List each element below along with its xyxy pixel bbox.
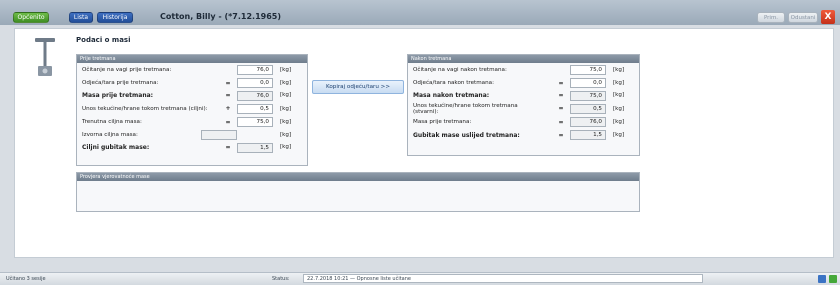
weight-plausibility-title: Provjera vjerovatnoće mase bbox=[77, 173, 639, 181]
current-target-weight-input[interactable]: 75,0 bbox=[237, 117, 273, 127]
before-row-label: Očitanje na vagi prije tretmana: bbox=[82, 67, 172, 73]
weight-loss-value: 1,5 bbox=[570, 130, 606, 140]
unit-label: [kg] bbox=[613, 67, 625, 73]
unit-label: [kg] bbox=[280, 106, 292, 112]
prim-button[interactable]: Prim. bbox=[757, 12, 785, 23]
after-row-label: Masa prije tretmana: bbox=[413, 119, 472, 125]
before-row-label: Trenutna ciljna masa: bbox=[82, 119, 142, 125]
weight-after-value: 75,0 bbox=[570, 91, 606, 101]
equals-icon: = bbox=[558, 80, 564, 87]
weight-before-value: 76,0 bbox=[237, 91, 273, 101]
before-row-label: Unos tekućine/hrane tokom tretmana (cilj… bbox=[82, 106, 208, 112]
unit-label: [kg] bbox=[280, 92, 292, 98]
unit-label: [kg] bbox=[280, 144, 292, 150]
close-icon: X bbox=[824, 12, 832, 22]
status-field: 22.7.2018 10:21 — Opnosne liste učitane bbox=[303, 274, 703, 283]
cancel-button[interactable]: Odustani bbox=[788, 12, 818, 23]
tab-opcenito[interactable]: Općenito bbox=[13, 12, 49, 23]
unit-label: [kg] bbox=[613, 92, 625, 98]
equals-icon: = bbox=[225, 80, 231, 87]
session-count: Učitano 3 sesije bbox=[6, 276, 46, 282]
unit-label: [kg] bbox=[613, 106, 625, 112]
status-bar: Učitano 3 sesije Status: 22.7.2018 10:21… bbox=[0, 272, 840, 285]
equals-icon: = bbox=[558, 105, 564, 112]
before-treatment-group: Prije tretmana Očitanje na vagi prije tr… bbox=[76, 54, 308, 166]
fluid-intake-actual-value: 0,5 bbox=[570, 104, 606, 114]
equals-icon: = bbox=[225, 144, 231, 151]
close-button[interactable]: X bbox=[821, 10, 835, 24]
before-row-label: Ciljni gubitak mase: bbox=[82, 144, 150, 151]
connection-status-icon[interactable] bbox=[829, 275, 837, 283]
unit-label: [kg] bbox=[613, 119, 625, 125]
after-row-label: Gubitak mase uslijed tretmana: bbox=[413, 132, 520, 139]
clothing-before-input[interactable]: 0,0 bbox=[237, 78, 273, 88]
scale-reading-before-input[interactable]: 76,0 bbox=[237, 65, 273, 75]
clothing-after-input[interactable]: 0,0 bbox=[570, 78, 606, 88]
unit-label: [kg] bbox=[613, 80, 625, 86]
before-row-label: Masa prije tretmana: bbox=[82, 92, 154, 99]
original-target-weight-field bbox=[201, 130, 237, 140]
unit-label: [kg] bbox=[280, 132, 292, 138]
before-treatment-title: Prije tretmana bbox=[77, 55, 307, 63]
copy-clothing-button[interactable]: Kopiraj odjeću/taru >> bbox=[312, 80, 404, 94]
patient-name: Cotton, Billy - (*7.12.1965) bbox=[160, 12, 281, 21]
tab-lista[interactable]: Lista bbox=[69, 12, 93, 23]
plus-icon: + bbox=[225, 105, 231, 112]
after-row-label: Unos tekućine/hrane tokom tretmana (stva… bbox=[413, 103, 518, 115]
equals-icon: = bbox=[558, 92, 564, 99]
scale-reading-after-input[interactable]: 75,0 bbox=[570, 65, 606, 75]
title-bar: Općenito Lista Historija Cotton, Billy -… bbox=[0, 0, 840, 25]
after-treatment-title: Nakon tretmana bbox=[408, 55, 639, 63]
after-row-label: Očitanje na vagi nakon tretmana: bbox=[413, 67, 507, 73]
page-title: Podaci o masi bbox=[76, 36, 131, 44]
after-treatment-group: Nakon tretmana Očitanje na vagi nakon tr… bbox=[407, 54, 640, 156]
status-label: Status: bbox=[272, 276, 290, 282]
unit-label: [kg] bbox=[613, 132, 625, 138]
fluid-intake-target-input[interactable]: 0,5 bbox=[237, 104, 273, 114]
scale-icon bbox=[35, 38, 55, 76]
equals-icon: = bbox=[558, 132, 564, 139]
equals-icon: = bbox=[558, 119, 564, 126]
weight-before-ref-value: 76,0 bbox=[570, 117, 606, 127]
after-row-label: Masa nakon tretmana: bbox=[413, 92, 490, 99]
unit-label: [kg] bbox=[280, 119, 292, 125]
equals-icon: = bbox=[225, 119, 231, 126]
weight-plausibility-group: Provjera vjerovatnoće mase bbox=[76, 172, 640, 212]
after-row-label: Odjeća/tara nakon tretmana: bbox=[413, 80, 494, 86]
target-weight-loss-value: 1,5 bbox=[237, 143, 273, 153]
tab-historija[interactable]: Historija bbox=[97, 12, 133, 23]
unit-label: [kg] bbox=[280, 67, 292, 73]
equals-icon: = bbox=[225, 92, 231, 99]
before-row-label: Izvorna ciljna masa: bbox=[82, 132, 138, 138]
network-icon[interactable] bbox=[818, 275, 826, 283]
before-row-label: Odjeća/tara prije tretmana: bbox=[82, 80, 159, 86]
unit-label: [kg] bbox=[280, 80, 292, 86]
